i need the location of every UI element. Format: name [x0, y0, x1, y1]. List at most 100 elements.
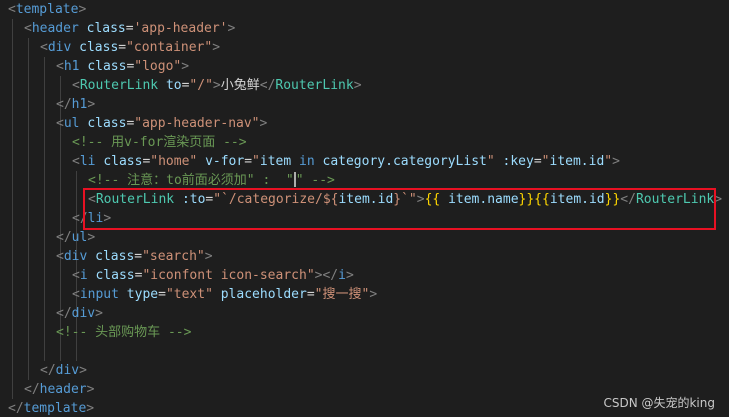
code-token: item.id — [549, 154, 605, 169]
code-token: }}{{ — [518, 192, 550, 207]
code-token: > — [227, 21, 236, 36]
code-token: < — [56, 116, 64, 131]
code-line: </header> — [24, 380, 94, 399]
code-line: <header class='app-header'> — [24, 19, 235, 38]
code-token: > — [78, 2, 87, 17]
code-token: > — [95, 306, 103, 321]
code-token: "logo" — [134, 59, 182, 74]
code-line: <RouterLink to="/">小兔鲜</RouterLink> — [72, 76, 362, 95]
code-editor[interactable]: <template> <header class='app-header'> <di… — [0, 0, 729, 417]
code-token: > — [612, 154, 620, 169]
code-token: " — [486, 154, 495, 169]
code-token: "app-header-nav" — [134, 116, 260, 131]
code-token: header — [31, 21, 79, 36]
code-token: < — [8, 2, 16, 17]
code-token: "iconfont icon-search" — [142, 268, 315, 283]
code-token: RouterLink — [95, 192, 175, 207]
indent-guide — [12, 19, 13, 399]
code-line: <!-- 注意：to前面必须加" : " " --> — [88, 171, 335, 190]
code-token: ></ — [314, 268, 339, 283]
code-token: < — [72, 287, 80, 302]
code-token: < — [40, 40, 48, 55]
code-token: " — [252, 154, 260, 169]
code-token: > — [87, 230, 96, 245]
code-token: item.id — [338, 192, 394, 207]
code-token: < — [72, 154, 80, 169]
code-line: </ul> — [56, 228, 95, 247]
code-token: header — [39, 382, 87, 397]
code-token: " — [541, 154, 550, 169]
code-line: <h1 class="logo"> — [56, 57, 189, 76]
code-token: > — [79, 363, 87, 378]
indent-guide — [28, 38, 29, 380]
code-token: 'app-header' — [133, 21, 228, 36]
code-token: <!-- 头部购物车 --> — [56, 325, 192, 340]
code-token: template — [15, 2, 79, 17]
code-token: li — [79, 154, 96, 169]
code-token: to — [165, 78, 182, 93]
code-token: :key — [502, 154, 534, 169]
code-line: </template> — [8, 399, 94, 417]
code-token: </ — [8, 401, 24, 416]
code-token: > — [369, 287, 378, 302]
code-token: ul — [63, 116, 80, 131]
code-token: :to — [181, 192, 206, 207]
code-token: h1 — [71, 97, 88, 112]
code-token: > — [204, 249, 213, 264]
code-line: </div> — [56, 304, 103, 323]
code-token: class — [87, 116, 127, 131]
code-token: < — [72, 268, 80, 283]
code-token: "搜一搜" — [314, 287, 370, 302]
code-token: class — [79, 40, 119, 55]
code-line: </h1> — [56, 95, 95, 114]
code-token: = — [244, 154, 253, 169]
code-token: div — [55, 363, 80, 378]
code-token: <!-- 注意：to前面必须加" : " — [88, 173, 294, 188]
code-token: class — [86, 21, 126, 36]
indent-guide — [44, 57, 45, 361]
code-token: class — [103, 154, 143, 169]
code-token: i — [79, 268, 88, 283]
code-token: RouterLink — [635, 192, 715, 207]
code-line: </li> — [72, 209, 111, 228]
code-token: RouterLink — [275, 78, 354, 93]
code-token: > — [212, 78, 221, 93]
code-token: </ — [56, 230, 72, 245]
code-token: }`" — [393, 192, 417, 207]
code-token: </ — [56, 306, 72, 321]
code-token: " — [604, 154, 613, 169]
code-line: <ul class="app-header-nav"> — [56, 114, 267, 133]
code-token: <!-- 用v-for渲染页面 --> — [72, 135, 247, 150]
code-token: class — [95, 249, 135, 264]
code-token: < — [56, 59, 64, 74]
code-token: </ — [40, 363, 56, 378]
code-token: div — [63, 249, 88, 264]
code-line: <RouterLink :to="`/categorize/${item.id}… — [88, 190, 722, 209]
code-token: </ — [56, 97, 72, 112]
code-token: item — [259, 154, 292, 169]
code-token: = — [306, 287, 315, 302]
code-token: </ — [24, 382, 40, 397]
code-token: }} — [604, 192, 621, 207]
code-token: > — [87, 97, 96, 112]
code-token: > — [103, 211, 112, 226]
code-token: > — [86, 382, 95, 397]
code-token: RouterLink — [79, 78, 159, 93]
code-token: h1 — [63, 59, 80, 74]
code-token: ul — [71, 230, 88, 245]
code-line: <!-- 头部购物车 --> — [56, 323, 191, 342]
code-token: div — [47, 40, 72, 55]
code-token: template — [23, 401, 87, 416]
code-token: "`/categorize/${ — [213, 192, 339, 207]
code-line: <div class="container"> — [40, 38, 220, 57]
